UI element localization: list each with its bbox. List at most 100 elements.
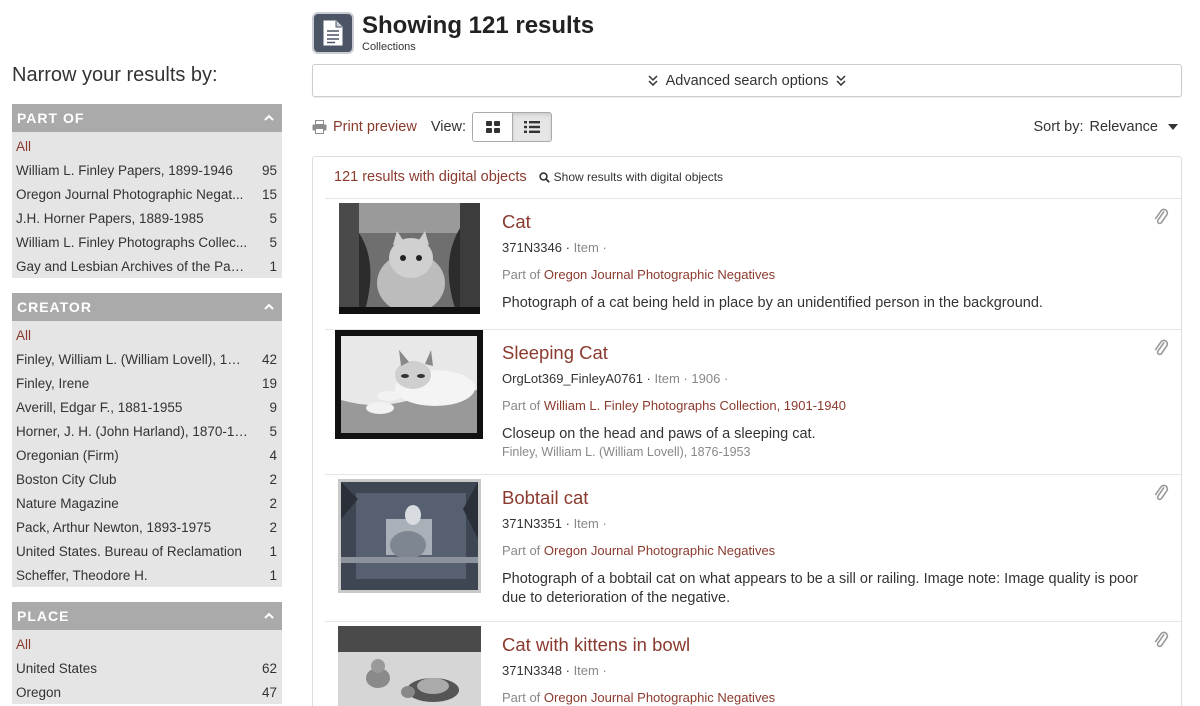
paperclip-icon[interactable]	[1151, 338, 1171, 358]
chevron-up-icon	[264, 612, 274, 619]
page-subtitle: Collections	[362, 41, 416, 53]
facet-count: 19	[261, 375, 277, 391]
facet-item[interactable]: United States 62	[12, 656, 282, 680]
result-part-of-link[interactable]: William L. Finley Photographs Collection…	[544, 398, 846, 413]
chevron-up-icon	[264, 303, 274, 310]
facet-count: 42	[261, 351, 277, 367]
result-part-of: Part of Oregon Journal Photographic Nega…	[502, 690, 776, 705]
result-meta: OrgLot369_FinleyA0761 · Item · 1906 ·	[502, 371, 729, 386]
sort-label: Sort by:	[1033, 119, 1084, 135]
facet-count: 1	[269, 543, 277, 559]
facet-item[interactable]: William L. Finley Papers, 1899-1946 95	[12, 158, 282, 182]
facet-count: 2	[269, 471, 277, 487]
result-thumbnail[interactable]	[335, 330, 483, 439]
facet-item-all[interactable]: All	[12, 134, 282, 158]
sidebar-title: Narrow your results by:	[12, 64, 218, 86]
facet-header-place[interactable]: PLACE	[12, 602, 282, 630]
facet-count: 5	[269, 423, 277, 439]
grid-view-button[interactable]	[473, 113, 513, 141]
result-title-link[interactable]: Sleeping Cat	[502, 342, 1161, 364]
result-part-of-link[interactable]: Oregon Journal Photographic Negatives	[544, 543, 775, 558]
results-count: 121 results with digital objects	[334, 169, 527, 185]
facet-item[interactable]: Finley, William L. (William Lovell), 187…	[12, 347, 282, 371]
advanced-search-toggle[interactable]: Advanced search options	[312, 64, 1182, 97]
facet-count: 62	[261, 660, 277, 676]
facet-header-part-of[interactable]: PART OF	[12, 104, 282, 132]
facet-item[interactable]: United States. Bureau of Reclamation 1	[12, 539, 282, 563]
paperclip-icon[interactable]	[1151, 630, 1171, 650]
sort-value: Relevance	[1089, 119, 1158, 135]
facet-count: 9	[269, 399, 277, 415]
print-preview-label: Print preview	[333, 119, 417, 135]
double-chevron-down-icon	[648, 75, 658, 86]
facet-count: 15	[261, 186, 277, 202]
facet-count: 5	[269, 234, 277, 250]
chevron-up-icon	[264, 114, 274, 121]
results-toolbar: Print preview View: Sort by: Relevance	[312, 111, 1182, 143]
facet-part-of: PART OF All William L. Finley Papers, 18…	[12, 104, 282, 278]
result-part-of: Part of Oregon Journal Photographic Nega…	[502, 267, 776, 282]
result-description: Photograph of a bobtail cat on what appe…	[502, 571, 1138, 606]
result-thumbnail[interactable]	[339, 203, 480, 314]
result-title-link[interactable]: Cat	[502, 211, 1161, 233]
result-item: Bobtail cat 371N3351 · Item · Part of Or…	[325, 474, 1181, 621]
result-part-of: Part of William L. Finley Photographs Co…	[502, 398, 846, 413]
facet-item[interactable]: Horner, J. H. (John Harland), 1870-19...…	[12, 419, 282, 443]
facet-creator: CREATOR All Finley, William L. (William …	[12, 293, 282, 587]
result-thumbnail[interactable]	[338, 626, 481, 706]
paperclip-icon[interactable]	[1151, 483, 1171, 503]
facet-item[interactable]: Finley, Irene 19	[12, 371, 282, 395]
facet-count: 1	[269, 258, 277, 274]
facet-item[interactable]: Pack, Arthur Newton, 1893-1975 2	[12, 515, 282, 539]
facet-count: 2	[269, 495, 277, 511]
facet-count: 4	[269, 447, 277, 463]
facet-item[interactable]: Averill, Edgar F., 1881-1955 9	[12, 395, 282, 419]
facet-item-all[interactable]: All	[12, 323, 282, 347]
facet-title: PART OF	[17, 110, 85, 126]
show-digital-objects-link[interactable]: Show results with digital objects	[538, 170, 723, 184]
result-part-of-link[interactable]: Oregon Journal Photographic Negatives	[544, 690, 775, 705]
facet-item[interactable]: J.H. Horner Papers, 1889-1985 5	[12, 206, 282, 230]
result-part-of-link[interactable]: Oregon Journal Photographic Negatives	[544, 267, 775, 282]
facet-item[interactable]: William L. Finley Photographs Collec... 5	[12, 230, 282, 254]
facet-item[interactable]: Gay and Lesbian Archives of the Pac... 1	[12, 254, 282, 278]
list-view-button[interactable]	[512, 113, 552, 141]
grid-view-icon	[485, 121, 500, 133]
facet-item[interactable]: Oregon Journal Photographic Negat... 15	[12, 182, 282, 206]
results-panel: 121 results with digital objects Show re…	[312, 156, 1182, 706]
result-item: Cat with kittens in bowl 371N3348 · Item…	[325, 621, 1181, 706]
printer-icon	[312, 120, 327, 134]
print-preview-link[interactable]: Print preview	[312, 119, 417, 135]
result-meta: 371N3348 · Item ·	[502, 663, 607, 678]
document-icon	[312, 12, 354, 54]
facet-place: PLACE All United States 62 Oregon 47	[12, 602, 282, 704]
search-icon	[538, 171, 550, 183]
result-item: Cat 371N3346 · Item · Part of Oregon Jou…	[325, 198, 1181, 329]
result-title-link[interactable]: Cat with kittens in bowl	[502, 634, 1161, 656]
facet-header-creator[interactable]: CREATOR	[12, 293, 282, 321]
result-title-link[interactable]: Bobtail cat	[502, 487, 1161, 509]
facet-sidebar: Narrow your results by: PART OF All Will…	[12, 62, 282, 706]
facet-item-all[interactable]: All	[12, 632, 282, 656]
caret-down-icon	[1168, 124, 1178, 130]
facet-item[interactable]: Oregonian (Firm) 4	[12, 443, 282, 467]
view-label: View:	[430, 119, 467, 135]
result-description: Photograph of a cat being held in place …	[502, 295, 1043, 311]
paperclip-icon[interactable]	[1151, 207, 1171, 227]
facet-item[interactable]: Scheffer, Theodore H. 1	[12, 563, 282, 587]
facet-item[interactable]: Oregon 47	[12, 680, 282, 704]
page-header: Showing 121 results Collections	[312, 12, 594, 54]
result-creator: Finley, William L. (William Lovell), 187…	[502, 445, 751, 459]
result-meta: 371N3346 · Item ·	[502, 240, 607, 255]
sort-dropdown[interactable]: Sort by: Relevance	[1034, 119, 1182, 135]
facet-item[interactable]: Boston City Club 2	[12, 467, 282, 491]
result-item: Sleeping Cat OrgLot369_FinleyA0761 · Ite…	[325, 329, 1181, 474]
result-meta: 371N3351 · Item ·	[502, 516, 607, 531]
double-chevron-down-icon	[836, 75, 846, 86]
facet-count: 1	[269, 567, 277, 583]
facet-item[interactable]: Nature Magazine 2	[12, 491, 282, 515]
result-description: Closeup on the head and paws of a sleepi…	[502, 426, 816, 442]
facet-count: 47	[261, 684, 277, 700]
result-thumbnail[interactable]	[338, 479, 481, 593]
facet-title: CREATOR	[17, 299, 92, 315]
